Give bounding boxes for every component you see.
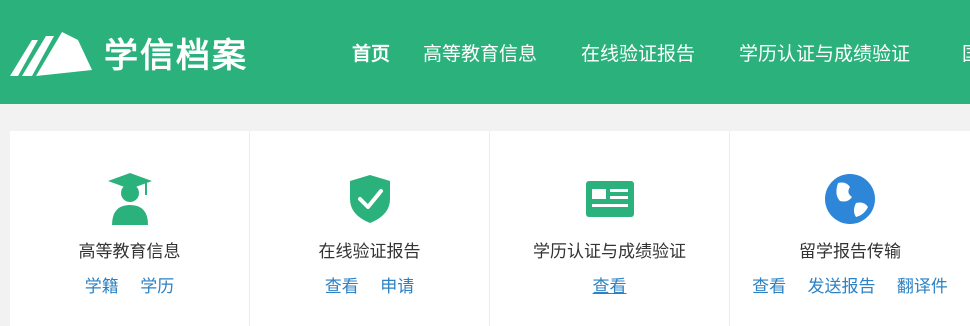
service-card-higher-education: 高等教育信息 学籍 学历 bbox=[10, 131, 250, 326]
link-education-record[interactable]: 学历 bbox=[140, 277, 174, 297]
service-title: 留学报告传输 bbox=[799, 242, 901, 262]
service-card-degree-certification: 学历认证与成绩验证 查看 bbox=[490, 131, 730, 326]
service-card-study-abroad-transfer: 留学报告传输 查看 发送报告 翻译件 bbox=[730, 131, 970, 326]
service-links: 查看 bbox=[490, 275, 729, 299]
link-send-report[interactable]: 发送报告 bbox=[808, 277, 876, 297]
top-header: 学信档案 首页 高等教育信息 在线验证报告 学历认证与成绩验证 国 bbox=[0, 0, 970, 104]
service-card-online-verification: 在线验证报告 查看 申请 bbox=[250, 131, 490, 326]
nav-item-higher-education-info[interactable]: 高等教育信息 bbox=[423, 38, 537, 70]
service-links: 查看 申请 bbox=[250, 275, 489, 299]
service-title: 在线验证报告 bbox=[318, 242, 421, 262]
globe-icon[interactable] bbox=[824, 173, 876, 225]
nav-item-online-verification-report[interactable]: 在线验证报告 bbox=[581, 38, 695, 70]
service-title: 高等教育信息 bbox=[78, 242, 181, 262]
shield-check-icon[interactable] bbox=[348, 173, 392, 225]
nav-item-degree-certification[interactable]: 学历认证与成绩验证 bbox=[739, 38, 910, 70]
link-view-report[interactable]: 查看 bbox=[325, 277, 359, 297]
service-links: 学籍 学历 bbox=[10, 275, 249, 299]
graduate-user-icon[interactable] bbox=[108, 173, 152, 225]
link-translation[interactable]: 翻译件 bbox=[897, 277, 948, 297]
link-student-status[interactable]: 学籍 bbox=[85, 277, 119, 297]
link-view-certification[interactable]: 查看 bbox=[593, 277, 627, 297]
nav-item-home[interactable]: 首页 bbox=[352, 38, 390, 70]
service-links: 查看 发送报告 翻译件 bbox=[730, 275, 970, 299]
service-title: 学历认证与成绩验证 bbox=[533, 242, 686, 262]
chsi-logo-icon[interactable] bbox=[8, 30, 94, 78]
link-apply-report[interactable]: 申请 bbox=[380, 277, 414, 297]
nav-item-more[interactable]: 国 bbox=[962, 38, 970, 70]
id-card-icon[interactable] bbox=[586, 173, 634, 225]
link-view-transfer[interactable]: 查看 bbox=[752, 277, 786, 297]
site-logo-text[interactable]: 学信档案 bbox=[104, 32, 248, 80]
services-panel: 高等教育信息 学籍 学历 在线验证报告 查看 申请 学历认证与成绩验证 查看 留… bbox=[10, 131, 970, 326]
